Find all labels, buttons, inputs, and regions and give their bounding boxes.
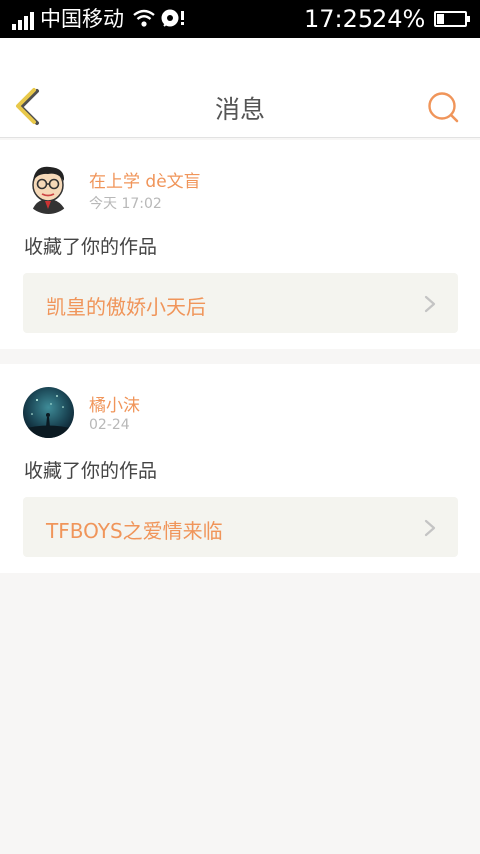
- status-bar: 中国移动 17:25 24%: [0, 0, 480, 38]
- avatar[interactable]: [23, 387, 74, 438]
- clock: 17:25: [304, 5, 374, 33]
- chevron-right-icon: [424, 295, 436, 313]
- message-action: 收藏了你的作品: [24, 236, 158, 258]
- battery-icon: [434, 11, 470, 27]
- sender-name[interactable]: 橘小沫: [89, 391, 140, 416]
- signal-icon: [12, 12, 36, 30]
- sender-name[interactable]: 在上学 dè文盲: [89, 167, 201, 192]
- work-link[interactable]: TFBOYS之爱情来临: [23, 497, 458, 557]
- page-title: 消息: [214, 95, 265, 124]
- carrier-name: 中国移动: [40, 7, 124, 31]
- search-icon[interactable]: [426, 90, 460, 124]
- work-link[interactable]: 凯皇的傲娇小天后: [23, 273, 458, 333]
- avatar[interactable]: [23, 163, 74, 214]
- message-time: 今天 17:02: [89, 196, 162, 212]
- battery-percent: 24%: [372, 5, 426, 33]
- work-title: 凯皇的傲娇小天后: [46, 295, 206, 319]
- wifi-icon: [133, 9, 155, 27]
- message-action: 收藏了你的作品: [24, 460, 158, 482]
- work-title: TFBOYS之爱情来临: [46, 519, 223, 543]
- navigation-bar: 消息: [0, 38, 480, 138]
- message-card: 在上学 dè文盲 今天 17:02 收藏了你的作品 凯皇的傲娇小天后: [0, 140, 480, 349]
- message-time: 02-24: [89, 417, 130, 433]
- message-card: 橘小沫 02-24 收藏了你的作品 TFBOYS之爱情来临: [0, 364, 480, 573]
- message-icon: [161, 9, 184, 27]
- chevron-right-icon: [424, 519, 436, 537]
